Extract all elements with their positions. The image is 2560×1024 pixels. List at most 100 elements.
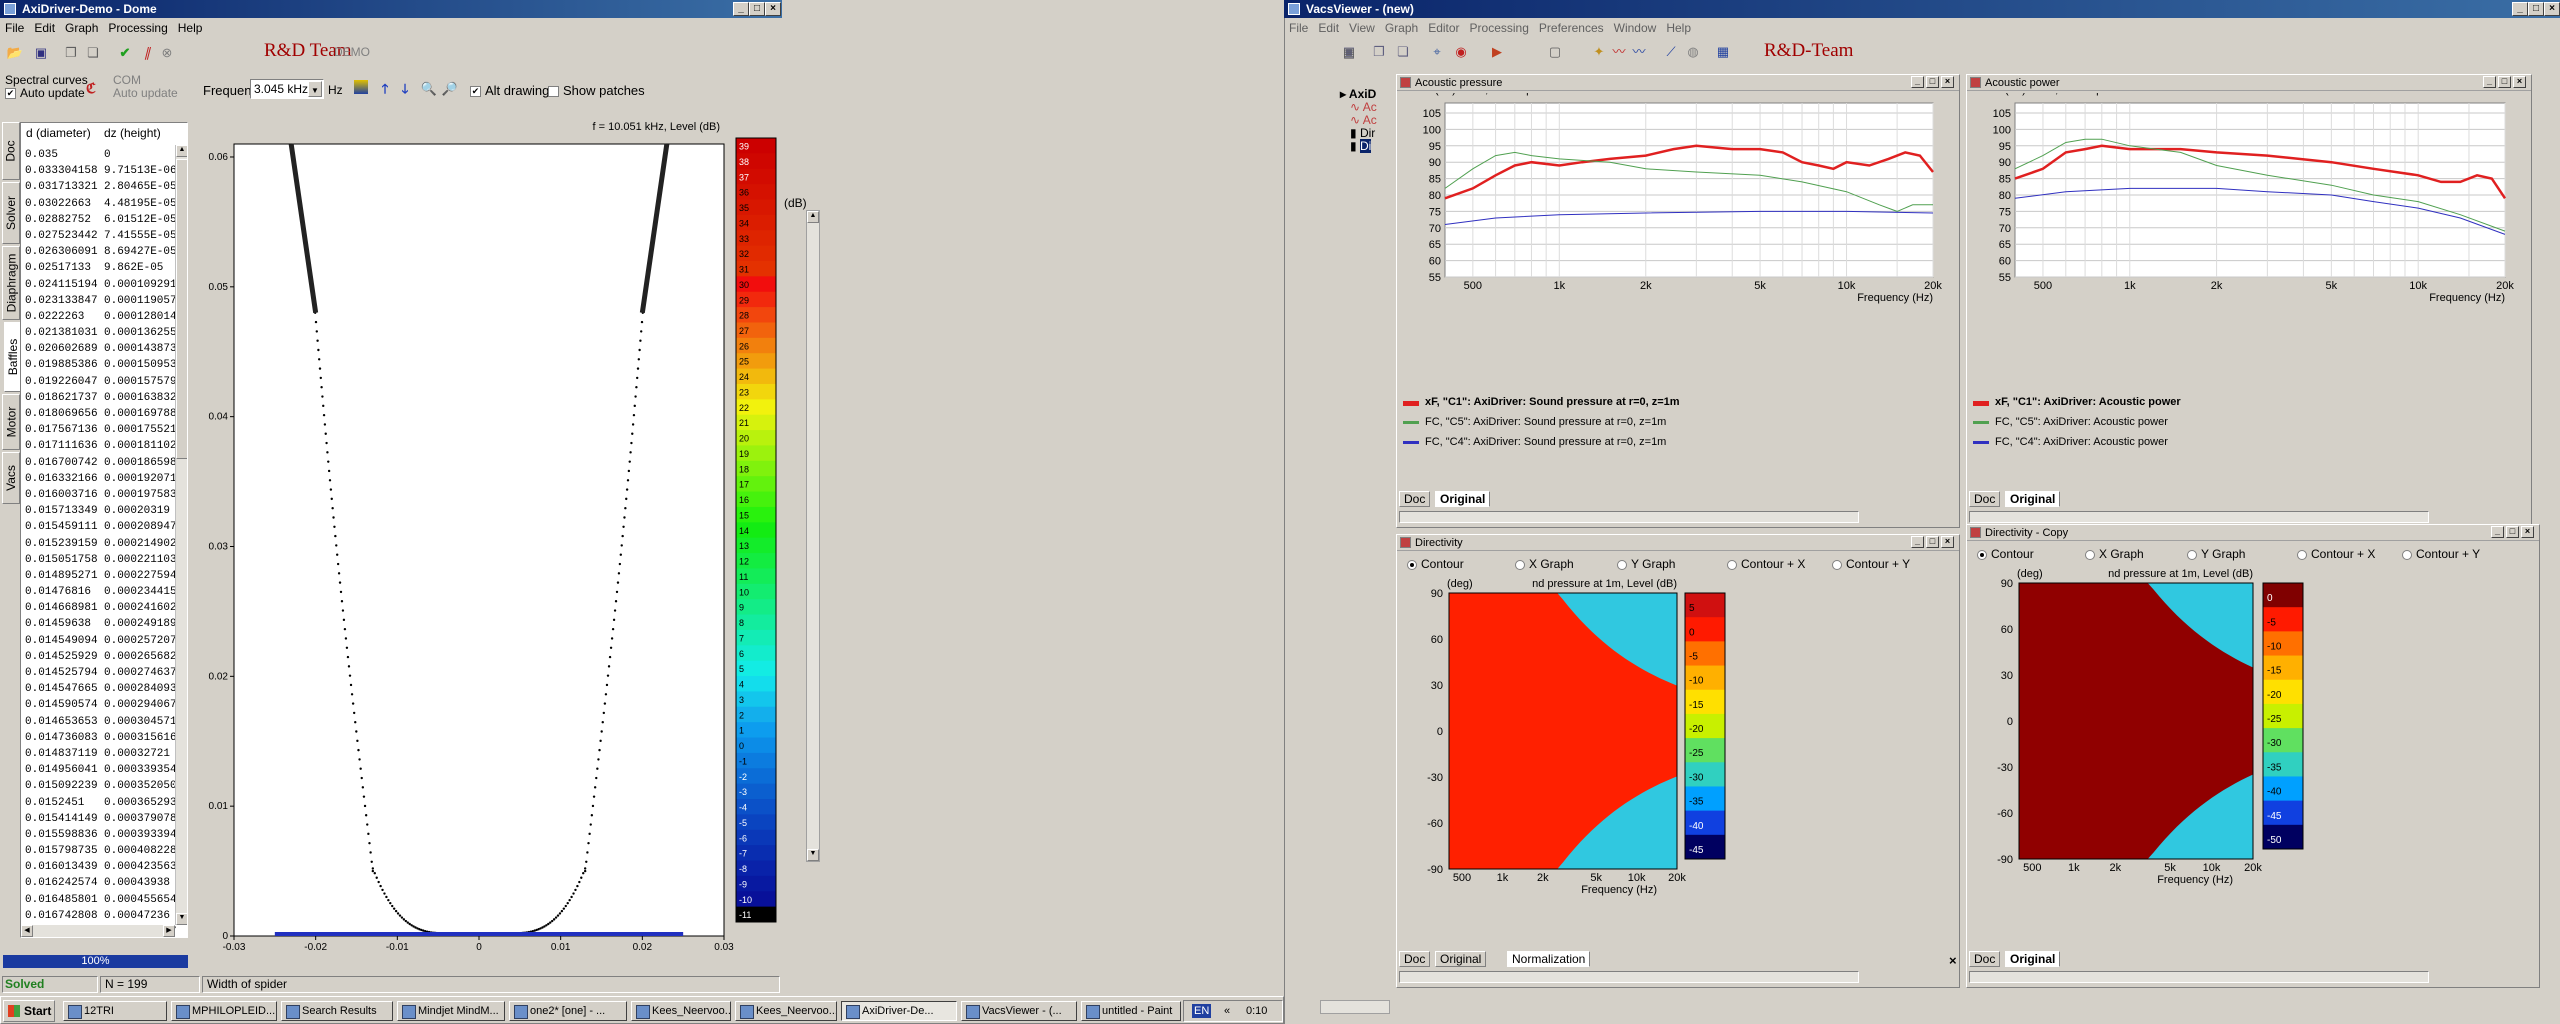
- ap-min-button[interactable]: _: [1911, 76, 1924, 88]
- dir-min-button[interactable]: _: [1911, 536, 1924, 548]
- table-row[interactable]: 0.020602689 0.000143873: [25, 341, 177, 357]
- table-row[interactable]: 0.015051758 0.000221103: [25, 552, 177, 568]
- left-plot-vscrollbar[interactable]: ▲ ▼: [806, 210, 820, 862]
- mode-radio-contour[interactable]: Contour: [1407, 557, 1464, 571]
- table-row[interactable]: 0.015239159 0.000214902: [25, 536, 177, 552]
- table-row[interactable]: 0.021381031 0.000136255: [25, 325, 177, 341]
- legend-item[interactable]: FC, "C5": AxiDriver: Acoustic power: [1971, 415, 2168, 429]
- right-bottom-scroll[interactable]: [1320, 1000, 1390, 1014]
- mode-radio-contour-x[interactable]: Contour + X: [2297, 547, 2375, 561]
- table-row[interactable]: 0.015459111 0.000208947: [25, 519, 177, 535]
- mode-radio-y-graph[interactable]: Y Graph: [2187, 547, 2245, 561]
- table-row[interactable]: 0.014525929 0.000265682: [25, 649, 177, 665]
- tool-icon-3[interactable]: ❏: [1394, 43, 1412, 61]
- dirc-hscroll[interactable]: [1969, 971, 2429, 983]
- rmenu-editor[interactable]: Editor: [1428, 21, 1459, 35]
- dir-tab-doc[interactable]: Doc: [1399, 951, 1431, 967]
- table-row[interactable]: 0.02882752 6.01512E-05: [25, 212, 177, 228]
- table-row[interactable]: 0.017111636 0.000181102: [25, 438, 177, 454]
- table-row[interactable]: 0.014547665 0.000284093: [25, 681, 177, 697]
- menu-file[interactable]: File: [5, 21, 24, 35]
- table-row[interactable]: 0.015598836 0.000393394: [25, 827, 177, 843]
- table-hscrollbar[interactable]: ◀ ▶: [21, 925, 175, 937]
- legend-item[interactable]: xF, "C1": AxiDriver: Acoustic power: [1971, 395, 2181, 409]
- table-row[interactable]: 0.016013439 0.000423563: [25, 859, 177, 875]
- rmenu-processing[interactable]: Processing: [1470, 21, 1529, 35]
- table-row[interactable]: 0.016242574 0.00043938: [25, 875, 173, 891]
- new-doc-icon[interactable]: ▢: [1546, 43, 1564, 61]
- table-row[interactable]: 0.017567136 0.000175521: [25, 422, 177, 438]
- menu-graph[interactable]: Graph: [65, 21, 98, 35]
- table-row[interactable]: 0.024115194 0.000109291: [25, 277, 177, 293]
- ap-max-button[interactable]: □: [1926, 76, 1939, 88]
- zoom-out-icon[interactable]: 🔎: [441, 80, 459, 98]
- close-button[interactable]: ×: [765, 2, 781, 16]
- tool-icon-9[interactable]: 〰: [1630, 43, 1648, 61]
- table-row[interactable]: 0.018621737 0.000163832: [25, 390, 177, 406]
- table-row[interactable]: 0.019885386 0.000150953: [25, 357, 177, 373]
- table-row[interactable]: 0.014668981 0.000241602: [25, 600, 177, 616]
- mode-radio-x-graph[interactable]: X Graph: [2085, 547, 2144, 561]
- rmenu-window[interactable]: Window: [1614, 21, 1657, 35]
- rmenu-preferences[interactable]: Preferences: [1539, 21, 1604, 35]
- copy-icon[interactable]: ❐: [62, 44, 80, 62]
- table-row[interactable]: 0.033304158 9.71513E-06: [25, 163, 177, 179]
- auto-update-checkbox[interactable]: ✔ Auto update: [5, 86, 85, 100]
- table-row[interactable]: 0.016332166 0.000192071: [25, 471, 177, 487]
- taskbar-item[interactable]: untitled - Paint: [1081, 1001, 1181, 1021]
- mode-radio-contour[interactable]: Contour: [1977, 547, 2034, 561]
- legend-item[interactable]: FC, "C5": AxiDriver: Sound pressure at r…: [1401, 415, 1666, 429]
- tool-icon-10[interactable]: ⟋: [1662, 43, 1680, 61]
- dir-tab-normalization[interactable]: Normalization: [1507, 951, 1591, 967]
- dirc-min-button[interactable]: _: [2491, 526, 2504, 538]
- rmenu-view[interactable]: View: [1349, 21, 1375, 35]
- table-row[interactable]: 0.031713321 2.80465E-05: [25, 179, 177, 195]
- dirc-tab-doc[interactable]: Doc: [1969, 951, 2001, 967]
- ap-hscroll[interactable]: [1399, 511, 1859, 523]
- table-row[interactable]: 0.014590574 0.000294067: [25, 697, 177, 713]
- menu-help[interactable]: Help: [178, 21, 203, 35]
- paste-icon[interactable]: ❏: [84, 44, 102, 62]
- right-minimize-button[interactable]: _: [2512, 2, 2528, 16]
- table-row[interactable]: 0.014549094 0.000257207: [25, 633, 177, 649]
- lang-indicator[interactable]: EN: [1192, 1004, 1212, 1018]
- vtab-doc[interactable]: Doc: [2, 122, 20, 180]
- show-patches-checkbox[interactable]: Show patches: [548, 83, 645, 98]
- table-row[interactable]: 0.014956041 0.000339354: [25, 762, 177, 778]
- arrow-up-icon[interactable]: 🡑: [376, 80, 394, 98]
- table-row[interactable]: 0.027523442 7.41555E-05: [25, 228, 177, 244]
- table-row[interactable]: 0.016742808 0.00047236: [25, 908, 173, 924]
- tool-icon-2[interactable]: ❐: [1370, 43, 1388, 61]
- tool-icon-6[interactable]: ▶: [1488, 43, 1506, 61]
- table-row[interactable]: 0.016485801 0.000455654: [25, 892, 177, 908]
- legend-item[interactable]: FC, "C4": AxiDriver: Sound pressure at r…: [1401, 435, 1666, 449]
- apw-tab-original[interactable]: Original: [2005, 491, 2061, 507]
- legend-item[interactable]: xF, "C1": AxiDriver: Sound pressure at r…: [1401, 395, 1680, 409]
- right-close-button[interactable]: ×: [2544, 2, 2560, 16]
- table-row[interactable]: 0.014895271 0.000227594: [25, 568, 177, 584]
- legend-item[interactable]: FC, "C4": AxiDriver: Acoustic power: [1971, 435, 2168, 449]
- save-icon[interactable]: ▣: [32, 44, 50, 62]
- table-row[interactable]: 0.023133847 0.000119057: [25, 293, 177, 309]
- start-button[interactable]: Start: [3, 1000, 55, 1022]
- tree-item[interactable]: ▮ Di: [1340, 139, 1398, 153]
- tool-icon-7[interactable]: ✦: [1590, 43, 1608, 61]
- taskbar-item[interactable]: 12TRI: [63, 1001, 167, 1021]
- table-row[interactable]: 0.0152451 0.000365293: [25, 795, 177, 811]
- table-row[interactable]: 0.015414149 0.000379078: [25, 811, 177, 827]
- chevron-down-icon[interactable]: ▼: [308, 81, 322, 97]
- table-row[interactable]: 0.015713349 0.00020319: [25, 503, 173, 519]
- vtab-motor[interactable]: Motor: [2, 394, 20, 450]
- frequency-select[interactable]: 3.045 kHz ▼: [250, 79, 324, 99]
- table-row[interactable]: 0.0222263 0.000128014: [25, 309, 177, 325]
- taskbar-item[interactable]: VacsViewer - (...: [961, 1001, 1077, 1021]
- table-row[interactable]: 0.014653653 0.000304571: [25, 714, 177, 730]
- dir-close-button[interactable]: ×: [1941, 536, 1954, 548]
- tool-icon-8[interactable]: 〰: [1610, 43, 1628, 61]
- apw-min-button[interactable]: _: [2483, 76, 2496, 88]
- mode-radio-x-graph[interactable]: X Graph: [1515, 557, 1574, 571]
- dir-hscroll[interactable]: [1399, 971, 1859, 983]
- arrow-down-icon[interactable]: 🡓: [396, 80, 414, 98]
- table-row[interactable]: 0.026306091 8.69427E-05: [25, 244, 177, 260]
- table-row[interactable]: 0.014837119 0.00032721: [25, 746, 173, 762]
